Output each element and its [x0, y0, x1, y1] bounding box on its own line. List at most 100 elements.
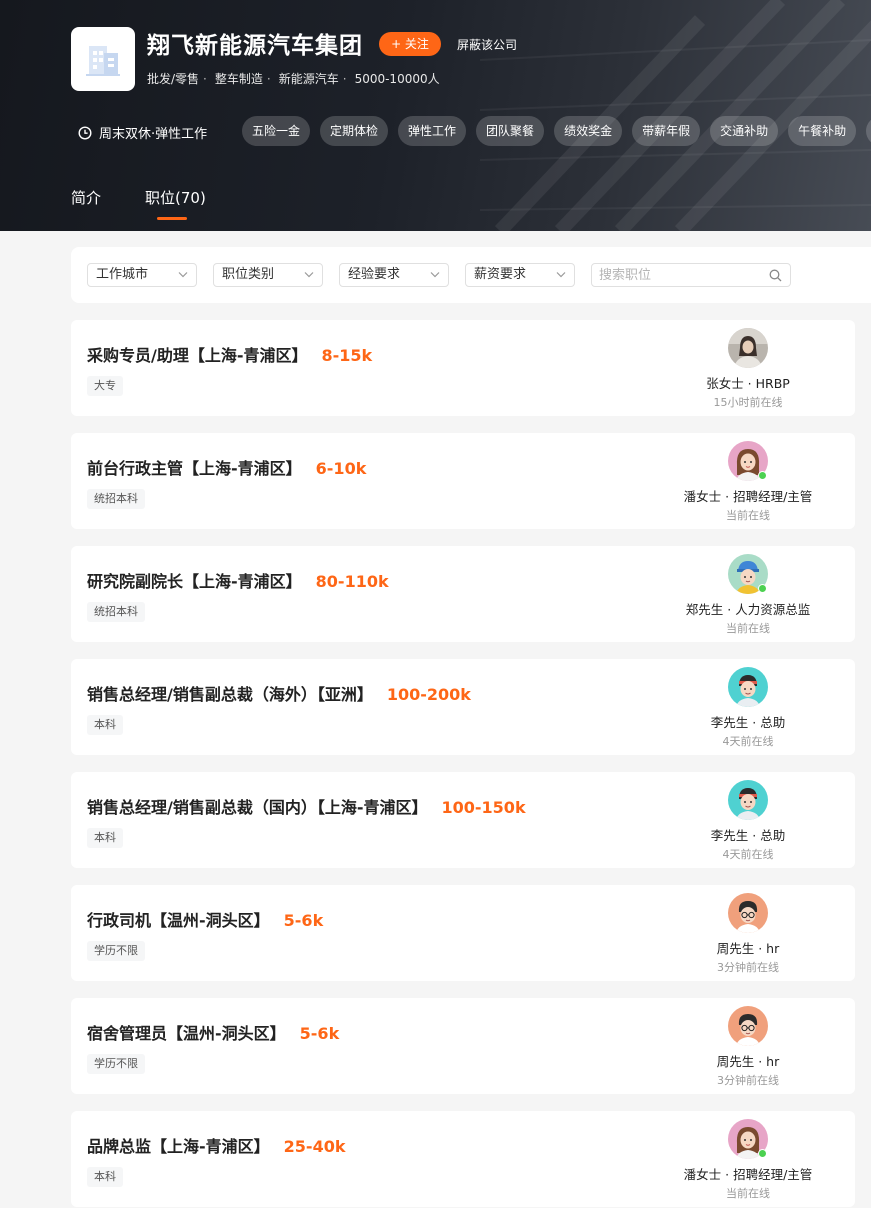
recruiter-status: 15小时前在线: [713, 396, 783, 409]
online-indicator: [758, 584, 767, 593]
recruiter-status: 4天前在线: [722, 735, 774, 748]
building-icon: [86, 46, 120, 76]
meta-category: 新能源汽车: [278, 72, 339, 86]
avatar: [728, 328, 768, 368]
recruiter-info[interactable]: 潘女士 · 招聘经理/主管 当前在线: [631, 1119, 865, 1201]
job-card[interactable]: 前台行政主管【上海-青浦区】 6-10k 统招本科 潘女士 · 招聘经理/主管 当…: [71, 433, 855, 529]
city-filter-label: 工作城市: [96, 267, 149, 282]
job-title-line: 宿舍管理员【温州-洞头区】 5-6k: [87, 1020, 339, 1044]
online-indicator: [758, 471, 767, 480]
block-company-link[interactable]: 屏蔽该公司: [457, 36, 517, 53]
company-tabs: 简介 职位(70): [71, 187, 206, 220]
benefit-tag: 车补: [866, 116, 871, 146]
meta-separator: ·: [203, 71, 207, 86]
experience-filter-label: 经验要求: [348, 267, 401, 282]
company-name: 翔飞新能源汽车集团: [147, 33, 363, 59]
work-time-label: 周末双休·弹性工作: [99, 127, 208, 142]
job-card[interactable]: 研究院副院长【上海-青浦区】 80-110k 统招本科 郑先生 · 人力资源总监 …: [71, 546, 855, 642]
recruiter-status: 3分钟前在线: [717, 961, 779, 974]
job-search-input[interactable]: [592, 264, 757, 287]
follow-button[interactable]: + 关注: [379, 32, 441, 56]
recruiter-info[interactable]: 李先生 · 总助 4天前在线: [631, 780, 865, 862]
recruiter-info[interactable]: 李先生 · 总助 4天前在线: [631, 667, 865, 749]
recruiter-info[interactable]: 张女士 · HRBP 15小时前在线: [631, 328, 865, 410]
company-meta: 批发/零售 · 整车制造 · 新能源汽车 · 5000-10000人: [147, 70, 440, 87]
job-card[interactable]: 品牌总监【上海-青浦区】 25-40k 本科 潘女士 · 招聘经理/主管 当前在线: [71, 1111, 855, 1207]
work-time: 周末双休·弹性工作: [78, 123, 207, 142]
benefit-tag: 弹性工作: [398, 116, 467, 146]
job-title-line: 行政司机【温州-洞头区】 5-6k: [87, 907, 323, 931]
job-salary: 8-15k: [321, 346, 373, 365]
recruiter-status: 4天前在线: [722, 848, 774, 861]
city-filter-select[interactable]: 工作城市: [87, 263, 197, 287]
job-card[interactable]: 行政司机【温州-洞头区】 5-6k 学历不限 周先生 · hr 3分钟前在线: [71, 885, 855, 981]
recruiter-name: 潘女士 · 招聘经理/主管: [683, 489, 813, 504]
chevron-down-icon: [304, 272, 314, 278]
job-title[interactable]: 品牌总监【上海-青浦区】: [87, 1137, 270, 1156]
meta-separator: ·: [266, 71, 271, 86]
avatar: [728, 554, 768, 594]
job-search-box: [591, 263, 791, 287]
experience-filter-select[interactable]: 经验要求: [339, 263, 449, 287]
recruiter-status: 3分钟前在线: [717, 1074, 779, 1087]
benefit-tag: 绩效奖金: [554, 116, 623, 146]
recruiter-info[interactable]: 周先生 · hr 3分钟前在线: [631, 1006, 865, 1088]
avatar: [728, 893, 768, 933]
job-card[interactable]: 销售总经理/销售副总裁（国内）【上海-青浦区】 100-150k 本科 李先生 ·…: [71, 772, 855, 868]
avatar: [728, 1006, 768, 1046]
clock-icon: [78, 125, 92, 140]
benefit-tag: 交通补助: [710, 116, 779, 146]
recruiter-name: 郑先生 · 人力资源总监: [685, 602, 811, 617]
education-tag: 大专: [87, 376, 123, 396]
recruiter-info[interactable]: 郑先生 · 人力资源总监 当前在线: [631, 554, 865, 636]
cartoon-man-avatar: [728, 667, 768, 707]
avatar: [728, 780, 768, 820]
company-header: 翔飞新能源汽车集团 + 关注 屏蔽该公司 批发/零售 · 整车制造 · 新能源汽车 ·…: [0, 0, 871, 231]
job-title[interactable]: 研究院副院长【上海-青浦区】: [87, 572, 302, 591]
job-salary: 80-110k: [315, 572, 389, 591]
tab-jobs[interactable]: 职位(70): [145, 187, 206, 220]
job-title[interactable]: 销售总经理/销售副总裁（海外）【亚洲】: [87, 685, 373, 704]
cartoon-man-glasses-avatar: [728, 1006, 768, 1046]
job-title[interactable]: 采购专员/助理【上海-青浦区】: [87, 346, 308, 365]
meta-business: 整车制造: [214, 72, 263, 86]
job-salary: 25-40k: [283, 1137, 346, 1156]
category-filter-label: 职位类别: [222, 267, 275, 282]
job-title[interactable]: 行政司机【温州-洞头区】: [87, 911, 270, 930]
category-filter-select[interactable]: 职位类别: [213, 263, 323, 287]
recruiter-status: 当前在线: [726, 509, 770, 522]
recruiter-name: 潘女士 · 招聘经理/主管: [683, 1167, 813, 1182]
company-logo: [71, 27, 135, 91]
job-card[interactable]: 采购专员/助理【上海-青浦区】 8-15k 大专 张女士 · HRBP 15小时前…: [71, 320, 855, 416]
meta-separator: ·: [342, 71, 347, 86]
job-title-line: 采购专员/助理【上海-青浦区】 8-15k: [87, 342, 372, 366]
recruiter-name: 周先生 · hr: [716, 941, 780, 956]
job-title[interactable]: 销售总经理/销售副总裁（国内）【上海-青浦区】: [87, 798, 428, 817]
job-card[interactable]: 宿舍管理员【温州-洞头区】 5-6k 学历不限 周先生 · hr 3分钟前在线: [71, 998, 855, 1094]
education-tag: 本科: [87, 715, 123, 735]
recruiter-info[interactable]: 周先生 · hr 3分钟前在线: [631, 893, 865, 975]
education-tag: 统招本科: [87, 602, 145, 622]
job-salary: 5-6k: [283, 911, 324, 930]
benefit-tag: 午餐补助: [788, 116, 857, 146]
job-salary: 100-200k: [386, 685, 471, 704]
tab-intro[interactable]: 简介: [71, 187, 101, 218]
salary-filter-label: 薪资要求: [474, 267, 527, 282]
benefit-tag: 团队聚餐: [476, 116, 545, 146]
job-title[interactable]: 前台行政主管【上海-青浦区】: [87, 459, 302, 478]
recruiter-info[interactable]: 潘女士 · 招聘经理/主管 当前在线: [631, 441, 865, 523]
job-salary: 100-150k: [441, 798, 526, 817]
education-tag: 学历不限: [87, 1054, 145, 1074]
job-filter-bar: 工作城市 职位类别 经验要求 薪资要求: [71, 247, 871, 303]
job-title[interactable]: 宿舍管理员【温州-洞头区】: [87, 1024, 286, 1043]
recruiter-name: 周先生 · hr: [716, 1054, 780, 1069]
recruiter-status: 当前在线: [726, 622, 770, 635]
avatar: [728, 441, 768, 481]
meta-industry: 批发/零售: [147, 72, 200, 86]
job-card[interactable]: 销售总经理/销售副总裁（海外）【亚洲】 100-200k 本科 李先生 · 总助 …: [71, 659, 855, 755]
search-icon[interactable]: [769, 269, 782, 282]
job-title-line: 销售总经理/销售副总裁（海外）【亚洲】 100-200k: [87, 681, 471, 705]
salary-filter-select[interactable]: 薪资要求: [465, 263, 575, 287]
chevron-down-icon: [430, 272, 440, 278]
recruiter-name: 李先生 · 总助: [710, 715, 786, 730]
